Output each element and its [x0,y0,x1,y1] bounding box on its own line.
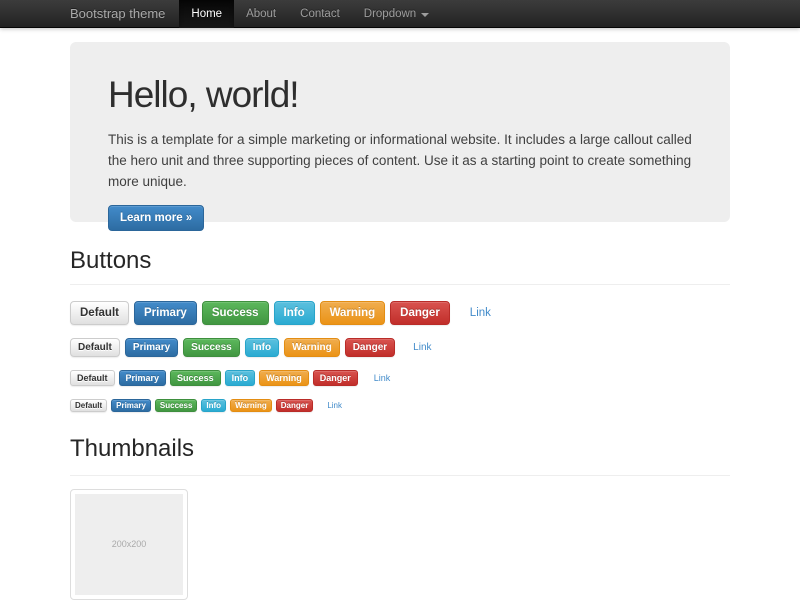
nav-item-about-label: About [246,0,276,28]
button-row-extra-small: Default Primary Success Info Warning Dan… [70,399,730,412]
primary-button-small[interactable]: Primary [119,370,167,386]
default-button-default[interactable]: Default [70,338,120,357]
thumbnails-section-heading: Thumbnails [70,436,730,475]
default-button-xs[interactable]: Default [70,399,107,412]
success-button-default[interactable]: Success [183,338,240,357]
danger-button-xs[interactable]: Danger [276,399,314,412]
info-button-xs[interactable]: Info [201,399,226,412]
link-button-default[interactable]: Link [406,338,438,357]
link-button-large[interactable]: Link [461,301,500,325]
buttons-section-heading: Buttons [70,248,730,285]
caret-down-icon [421,13,429,17]
nav-item-dropdown-label: Dropdown [364,0,416,28]
nav-item-dropdown[interactable]: Dropdown [352,0,441,28]
warning-button-large[interactable]: Warning [320,301,386,325]
default-button-large[interactable]: Default [70,301,129,325]
primary-button-default[interactable]: Primary [125,338,178,357]
warning-button-small[interactable]: Warning [259,370,309,386]
navbar: Bootstrap theme Home About Contact Dropd… [0,0,800,28]
danger-button-small[interactable]: Danger [313,370,358,386]
thumbnail-placeholder-image: 200x200 [75,494,183,595]
thumbnail[interactable]: 200x200 [70,489,188,600]
danger-button-default[interactable]: Danger [345,338,395,357]
info-button-small[interactable]: Info [225,370,256,386]
warning-button-xs[interactable]: Warning [230,399,272,412]
button-row-large: Default Primary Success Info Warning Dan… [70,301,730,325]
button-row-default: Default Primary Success Info Warning Dan… [70,338,730,357]
navbar-brand[interactable]: Bootstrap theme [70,0,165,28]
learn-more-button[interactable]: Learn more » [108,205,204,231]
thumbnail-placeholder-text: 200x200 [112,539,147,549]
hero-description: This is a template for a simple marketin… [108,129,692,192]
hero-unit: Hello, world! This is a template for a s… [70,42,730,222]
hero-title: Hello, world! [108,75,692,116]
info-button-large[interactable]: Info [274,301,315,325]
navbar-inner: Bootstrap theme Home About Contact Dropd… [70,0,730,28]
nav-item-about[interactable]: About [234,0,288,28]
primary-button-xs[interactable]: Primary [111,399,151,412]
primary-button-large[interactable]: Primary [134,301,197,325]
nav-item-contact-label: Contact [300,0,340,28]
link-button-xs[interactable]: Link [323,399,346,412]
link-button-small[interactable]: Link [368,370,397,386]
warning-button-default[interactable]: Warning [284,338,340,357]
default-button-small[interactable]: Default [70,370,115,386]
nav-item-home[interactable]: Home [179,0,234,28]
success-button-small[interactable]: Success [170,370,221,386]
info-button-default[interactable]: Info [245,338,279,357]
button-row-small: Default Primary Success Info Warning Dan… [70,370,730,386]
danger-button-large[interactable]: Danger [390,301,450,325]
nav-item-contact[interactable]: Contact [288,0,352,28]
success-button-xs[interactable]: Success [155,399,197,412]
nav-item-home-label: Home [191,0,222,28]
success-button-large[interactable]: Success [202,301,269,325]
